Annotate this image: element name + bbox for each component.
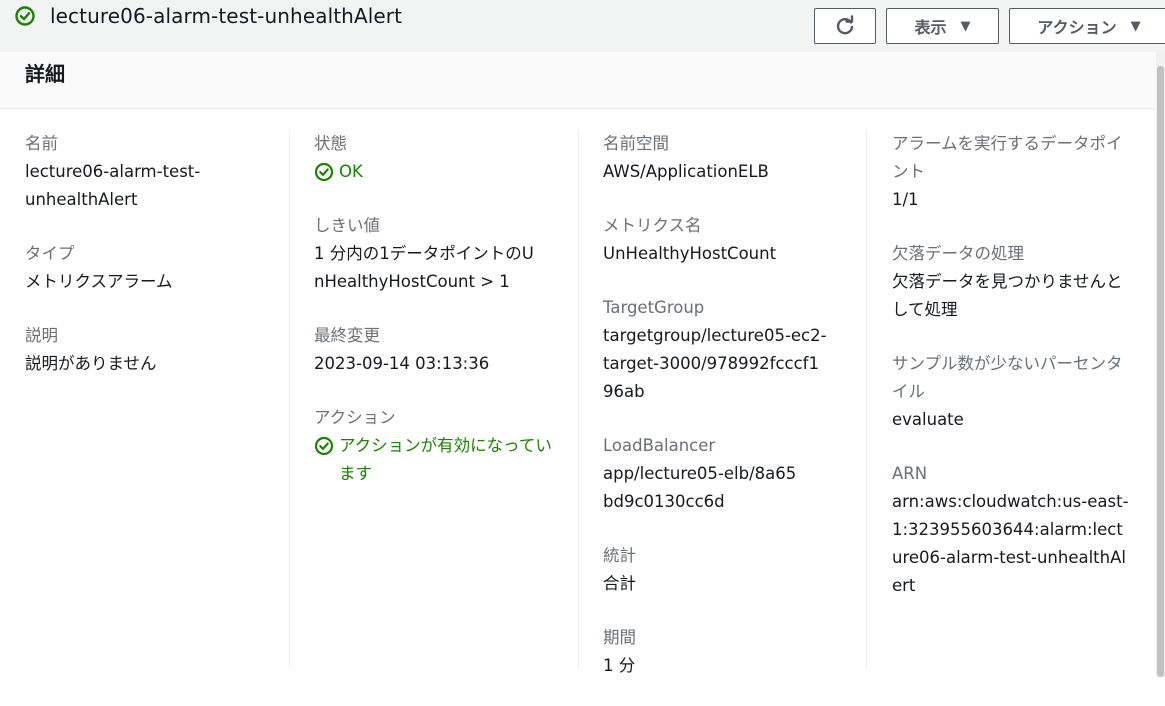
name-label: 名前 (25, 134, 58, 153)
state-field: 状態 OK (314, 130, 572, 186)
target-group-label: TargetGroup (603, 298, 705, 317)
namespace-value: AWS/ApplicationELB (603, 162, 769, 181)
state-label: 状態 (314, 134, 347, 153)
metric-name-label: メトリクス名 (603, 216, 702, 235)
actions-label: アクション (314, 408, 396, 427)
load-balancer-field: LoadBalancer app/lecture05-elb/8a65bd9c0… (603, 432, 861, 516)
refresh-button[interactable] (814, 8, 876, 44)
last-change-label: 最終変更 (314, 326, 380, 345)
details-column-3: 名前空間 AWS/ApplicationELB メトリクス名 UnHealthy… (603, 130, 861, 706)
metric-name-value: UnHealthyHostCount (603, 244, 777, 263)
percentile-label: サンプル数が少ないパーセンタイル (892, 354, 1123, 401)
details-panel-header: 詳細 (0, 52, 1156, 109)
missing-data-value: 欠落データを見つかりませんとして処理 (892, 272, 1123, 319)
check-circle-icon (314, 436, 334, 456)
metric-name-field: メトリクス名 UnHealthyHostCount (603, 212, 861, 268)
view-button-label: 表示 (914, 18, 947, 37)
missing-data-label: 欠落データの処理 (892, 244, 1024, 263)
details-columns: 名前 lecture06-alarm-test-unhealthAlert タイ… (0, 110, 1156, 677)
vertical-scrollbar[interactable] (1156, 52, 1165, 677)
scrollbar-thumb[interactable] (1157, 66, 1164, 677)
namespace-label: 名前空間 (603, 134, 669, 153)
column-divider (289, 130, 290, 668)
check-circle-icon (314, 162, 334, 182)
name-value: lecture06-alarm-test-unhealthAlert (25, 162, 201, 209)
load-balancer-label: LoadBalancer (603, 436, 716, 455)
statistic-field: 統計 合計 (603, 542, 861, 598)
period-label: 期間 (603, 628, 636, 647)
namespace-field: 名前空間 AWS/ApplicationELB (603, 130, 861, 186)
last-change-field: 最終変更 2023-09-14 03:13:36 (314, 322, 572, 378)
percentile-value: evaluate (892, 410, 964, 429)
description-value: 説明がありません (25, 354, 157, 373)
period-field: 期間 1 分 (603, 624, 861, 680)
view-dropdown-button[interactable]: 表示 ▼ (886, 8, 999, 44)
type-value: メトリクスアラーム (25, 272, 173, 291)
caret-down-icon: ▼ (1130, 18, 1141, 34)
datapoints-value: 1/1 (892, 190, 919, 209)
name-field: 名前 lecture06-alarm-test-unhealthAlert (25, 130, 283, 214)
threshold-field: しきい値 1 分内の1データポイントのUnHealthyHostCount > … (314, 212, 572, 296)
target-group-field: TargetGroup targetgroup/lecture05-ec2-ta… (603, 294, 861, 406)
period-value: 1 分 (603, 656, 636, 675)
alarm-title: lecture06-alarm-test-unhealthAlert (50, 4, 403, 28)
check-circle-icon (15, 6, 35, 26)
arn-value: arn:aws:cloudwatch:us-east-1:32395560364… (892, 492, 1129, 595)
actions-value: アクションが有効になっています (339, 436, 552, 483)
last-change-value: 2023-09-14 03:13:36 (314, 354, 490, 373)
column-divider (866, 130, 867, 668)
threshold-label: しきい値 (314, 216, 380, 235)
refresh-icon (836, 15, 854, 35)
details-column-4: アラームを実行するデータポイント 1/1 欠落データの処理 欠落データを見つかり… (892, 130, 1132, 626)
statistic-value: 合計 (603, 574, 636, 593)
missing-data-field: 欠落データの処理 欠落データを見つかりませんとして処理 (892, 240, 1132, 324)
actions-field: アクション アクションが有効になっています (314, 404, 572, 488)
alarm-header-bar: lecture06-alarm-test-unhealthAlert 表示 ▼ … (0, 0, 1165, 52)
state-value: OK (339, 162, 363, 181)
threshold-value: 1 分内の1データポイントのUnHealthyHostCount > 1 (314, 244, 534, 291)
statistic-label: 統計 (603, 546, 636, 565)
caret-down-icon: ▼ (960, 18, 971, 34)
target-group-value: targetgroup/lecture05-ec2-target-3000/97… (603, 326, 827, 401)
description-field: 説明 説明がありません (25, 322, 283, 378)
description-label: 説明 (25, 326, 58, 345)
arn-field: ARN arn:aws:cloudwatch:us-east-1:3239556… (892, 460, 1132, 600)
actions-button-label: アクション (1037, 18, 1117, 37)
details-column-1: 名前 lecture06-alarm-test-unhealthAlert タイ… (25, 130, 283, 404)
state-status: OK (314, 158, 572, 186)
load-balancer-value: app/lecture05-elb/8a65bd9c0130cc6d (603, 464, 797, 511)
alarm-title-group: lecture06-alarm-test-unhealthAlert (14, 4, 402, 28)
arn-label: ARN (892, 464, 928, 483)
column-divider (578, 130, 579, 668)
datapoints-field: アラームを実行するデータポイント 1/1 (892, 130, 1132, 214)
type-label: タイプ (25, 244, 75, 263)
datapoints-label: アラームを実行するデータポイント (892, 134, 1123, 181)
panel-title: 詳細 (25, 62, 65, 86)
actions-status: アクションが有効になっています (314, 432, 554, 488)
percentile-field: サンプル数が少ないパーセンタイル evaluate (892, 350, 1132, 434)
actions-dropdown-button[interactable]: アクション ▼ (1009, 8, 1165, 44)
type-field: タイプ メトリクスアラーム (25, 240, 283, 296)
details-column-2: 状態 OK しきい値 1 分内の1データポイントのUnHealthyHostCo… (314, 130, 572, 514)
